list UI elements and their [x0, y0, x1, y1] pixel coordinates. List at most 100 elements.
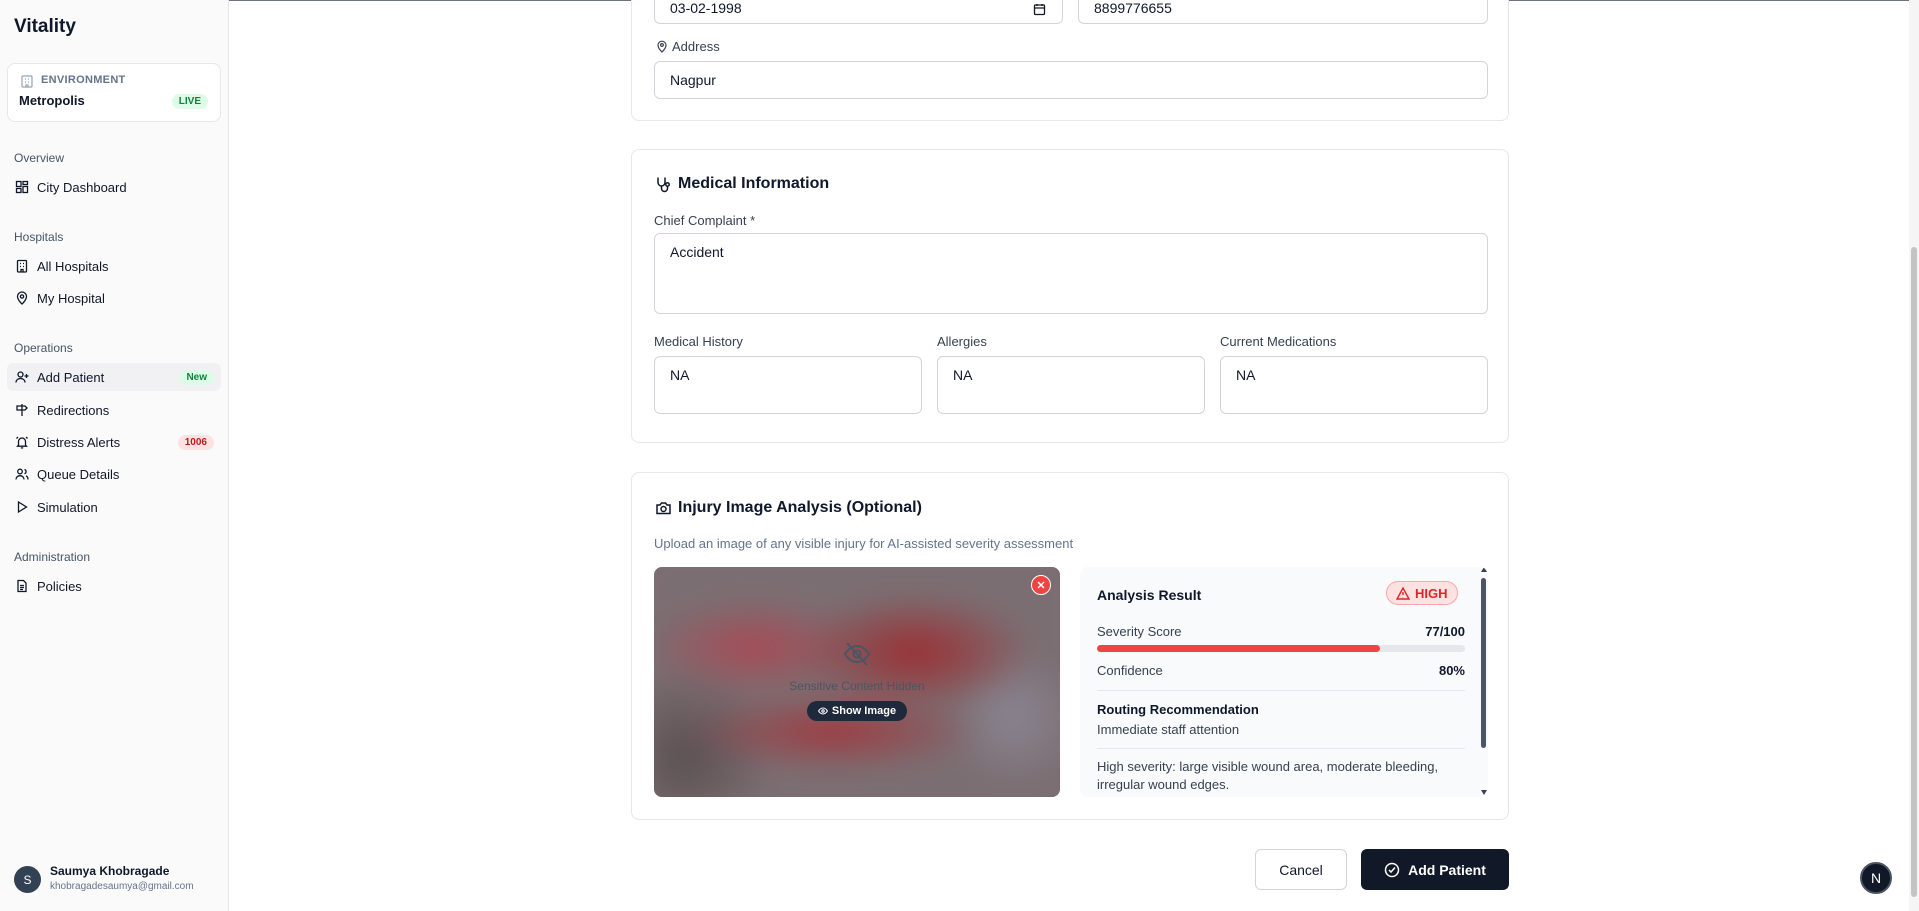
sidebar-item-label: Policies [37, 578, 82, 594]
nav-section-administration: Administration [14, 550, 91, 564]
camera-icon [656, 502, 671, 515]
sidebar-item-city-dashboard[interactable]: City Dashboard [7, 173, 221, 201]
eye-icon [817, 707, 828, 715]
sidebar-item-all-hospitals[interactable]: All Hospitals [7, 252, 221, 280]
new-badge: New [179, 369, 214, 385]
nextjs-dev-button[interactable]: N [1860, 862, 1892, 894]
sidebar-item-queue-details[interactable]: Queue Details [7, 460, 221, 488]
address-value: Nagpur [670, 72, 716, 88]
severity-score-label: Severity Score [1097, 624, 1182, 639]
sidebar-item-label: All Hospitals [37, 258, 109, 274]
sidebar-item-label: City Dashboard [37, 179, 127, 195]
hospital-icon [16, 259, 28, 273]
address-field[interactable]: Nagpur [654, 61, 1488, 99]
medications-value: NA [1236, 367, 1256, 383]
sidebar-item-label: Redirections [37, 402, 110, 418]
live-badge: LIVE [171, 94, 208, 109]
medical-history-value: NA [670, 367, 690, 383]
signpost-icon [16, 404, 28, 416]
page-scroll-thumb[interactable] [1911, 247, 1917, 897]
medical-history-textarea[interactable]: NA [654, 356, 922, 414]
injury-analysis-card: Injury Image Analysis (Optional) Upload … [631, 472, 1509, 820]
medications-textarea[interactable]: NA [1220, 356, 1488, 414]
medications-label: Current Medications [1220, 334, 1337, 349]
sidebar-item-label: My Hospital [37, 290, 105, 306]
sidebar: Vitality ENVIRONMENT Metropolis LIVE Ove… [0, 0, 229, 911]
check-circle-icon [1384, 862, 1400, 877]
sidebar-item-simulation[interactable]: Simulation [7, 493, 221, 521]
dob-field[interactable]: 03-02-1998 [654, 0, 1063, 24]
severity-level-badge: HIGH [1386, 581, 1458, 605]
avatar: S [14, 866, 41, 893]
sidebar-item-my-hospital[interactable]: My Hospital [7, 284, 221, 312]
remove-image-button[interactable] [1031, 575, 1051, 595]
environment-name: Metropolis [19, 93, 85, 108]
dashboard-icon [15, 180, 29, 194]
play-icon [17, 500, 28, 514]
sidebar-item-label: Add Patient [37, 369, 105, 385]
cancel-button[interactable]: Cancel [1255, 849, 1347, 890]
sidebar-item-policies[interactable]: Policies [7, 572, 221, 600]
allergies-textarea[interactable]: NA [937, 356, 1205, 414]
alert-triangle-icon [1396, 586, 1410, 600]
file-text-icon [17, 579, 27, 593]
severity-level-text: HIGH [1415, 585, 1448, 601]
scroll-thumb[interactable] [1481, 578, 1486, 748]
address-label: Address [672, 39, 720, 54]
user-profile[interactable]: S Saumya Khobragade khobragadesaumya@gma… [14, 861, 224, 897]
analysis-note: High severity: large visible wound area,… [1097, 759, 1439, 792]
severity-progress-track [1097, 645, 1465, 652]
app-logo[interactable]: Vitality [14, 16, 76, 38]
injury-image-preview: Sensitive Content Hidden Show Image [654, 567, 1060, 797]
chief-complaint-textarea[interactable]: Accident [654, 233, 1488, 314]
allergies-label: Allergies [937, 334, 987, 349]
building-icon [21, 75, 33, 88]
alerts-count-badge: 1006 [177, 434, 214, 450]
user-plus-icon [15, 371, 29, 383]
show-image-label: Show Image [831, 705, 897, 717]
sidebar-item-distress-alerts[interactable]: Distress Alerts 1006 [7, 428, 221, 456]
add-patient-button[interactable]: Add Patient [1361, 849, 1509, 890]
sidebar-item-label: Queue Details [37, 466, 120, 482]
confidence-value: 80% [1438, 663, 1465, 678]
injury-section-title: Injury Image Analysis (Optional) [678, 499, 922, 516]
injury-subtitle: Upload an image of any visible injury fo… [654, 536, 1074, 551]
analysis-result-title: Analysis Result [1097, 587, 1202, 603]
analysis-result-panel: Analysis Result HIGH Severity Score 77/1… [1080, 567, 1488, 797]
severity-score-value: 77/100 [1425, 624, 1465, 639]
map-pin-icon [657, 40, 667, 53]
dob-value: 03-02-1998 [670, 0, 742, 16]
chief-complaint-label: Chief Complaint * [654, 213, 756, 228]
nav-section-operations: Operations [14, 341, 73, 355]
nav-section-hospitals: Hospitals [14, 230, 64, 244]
sidebar-item-label: Simulation [37, 499, 98, 515]
divider [1097, 748, 1465, 749]
sidebar-item-label: Distress Alerts [37, 434, 121, 450]
patient-info-card: 03-02-1998 8899776655 Address Nagpur [631, 0, 1509, 121]
medical-section-title: Medical Information [678, 175, 830, 192]
cancel-label: Cancel [1279, 861, 1323, 878]
routing-value: Immediate staff attention [1097, 722, 1240, 737]
eye-off-icon [843, 642, 871, 666]
add-patient-label: Add Patient [1408, 861, 1486, 878]
scroll-down-arrow[interactable] [1481, 790, 1487, 795]
sensitive-content-text: Sensitive Content Hidden [789, 679, 925, 693]
page-scrollbar[interactable] [1909, 0, 1919, 911]
severity-progress-fill [1097, 645, 1381, 652]
show-image-button[interactable]: Show Image [807, 701, 907, 721]
divider [1097, 690, 1465, 691]
nextjs-dev-letter: N [1870, 870, 1882, 886]
sidebar-item-add-patient[interactable]: Add Patient New [7, 363, 221, 391]
sidebar-item-redirections[interactable]: Redirections [7, 396, 221, 424]
phone-field[interactable]: 8899776655 [1078, 0, 1488, 24]
chief-complaint-value: Accident [670, 244, 724, 260]
scroll-up-arrow[interactable] [1481, 567, 1487, 572]
environment-card[interactable]: ENVIRONMENT Metropolis LIVE [7, 63, 221, 122]
environment-label: ENVIRONMENT [41, 74, 126, 86]
confidence-label: Confidence [1097, 663, 1163, 678]
calendar-icon[interactable] [1033, 3, 1046, 16]
routing-label: Routing Recommendation [1097, 702, 1259, 717]
result-scrollbar[interactable] [1479, 567, 1488, 797]
users-icon [15, 468, 29, 480]
phone-value: 8899776655 [1094, 0, 1172, 16]
